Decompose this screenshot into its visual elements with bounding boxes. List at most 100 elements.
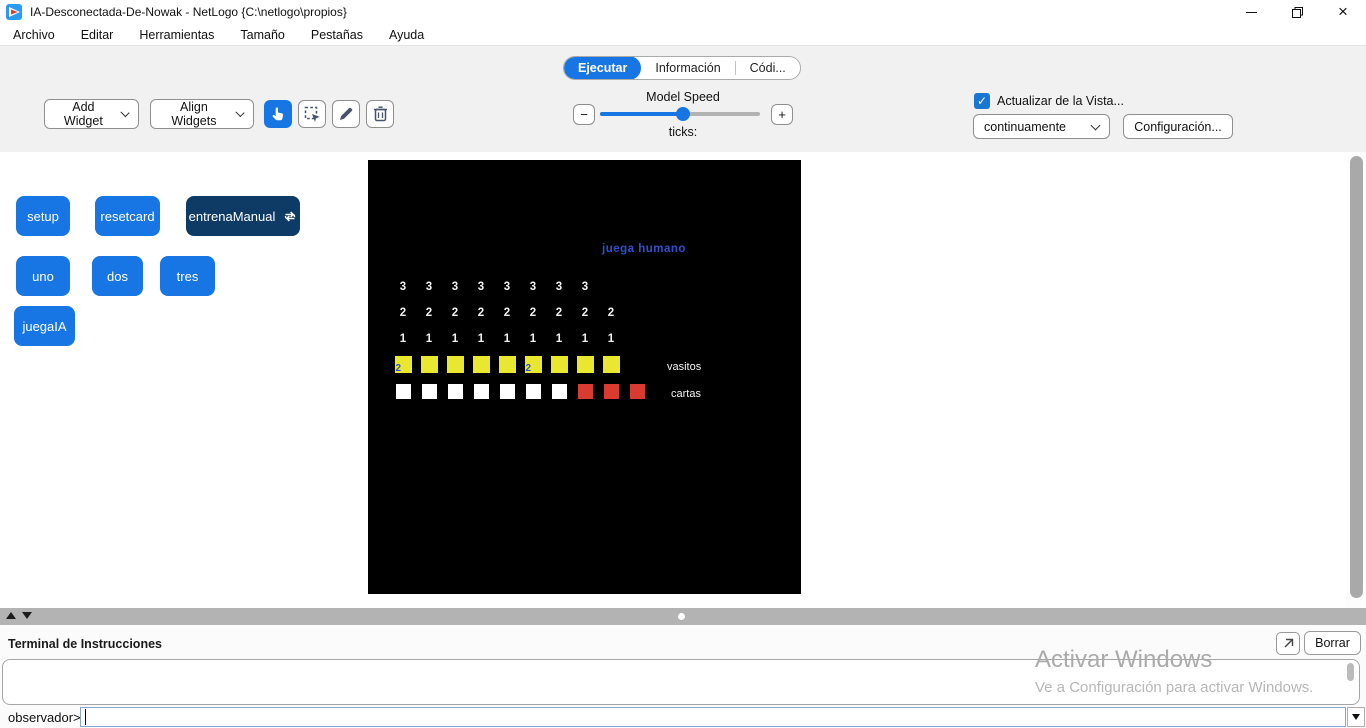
terminal-output[interactable] xyxy=(2,659,1360,705)
vasito-square xyxy=(577,356,594,373)
carta-square xyxy=(552,384,567,399)
restore-icon xyxy=(1292,7,1303,18)
trash-icon xyxy=(373,106,388,122)
speed-slider-fill xyxy=(600,112,683,116)
carta-square xyxy=(604,384,619,399)
menu-item[interactable]: Editar xyxy=(81,28,114,42)
view-caption: juega humano xyxy=(602,243,686,255)
number-row-3: 33333333 xyxy=(390,281,598,293)
number-label: 3 xyxy=(520,281,546,293)
carta-square xyxy=(630,384,645,399)
setup-button[interactable]: setup xyxy=(16,196,70,236)
tab-bar: Ejecutar Información Códi... xyxy=(563,56,801,80)
number-label: 3 xyxy=(442,281,468,293)
menu-item[interactable]: Pestañas xyxy=(311,28,363,42)
text-caret xyxy=(85,709,86,725)
tab-informacion[interactable]: Información xyxy=(641,56,734,80)
vasito-cell: 2 xyxy=(520,356,546,373)
hand-tool-button[interactable] xyxy=(264,100,292,128)
carta-square xyxy=(578,384,593,399)
vasito-square xyxy=(499,356,516,373)
number-label: 1 xyxy=(572,333,598,345)
delete-widget-button[interactable] xyxy=(366,100,394,128)
vasito-square xyxy=(473,356,490,373)
terminal-splitter[interactable] xyxy=(0,608,1366,625)
pencil-icon xyxy=(338,106,354,122)
edit-widget-button[interactable] xyxy=(332,100,360,128)
repeat-forever-icon xyxy=(283,210,297,223)
vasito-square xyxy=(421,356,438,373)
number-label: 3 xyxy=(468,281,494,293)
carta-cell xyxy=(494,383,520,400)
speed-slider[interactable] xyxy=(600,112,760,116)
juegaia-button[interactable]: juegaIA xyxy=(14,306,75,346)
terminal-scrollbar-thumb[interactable] xyxy=(1347,663,1354,681)
view-update-row: ✓ Actualizar de la Vista... xyxy=(974,93,1124,109)
menu-item[interactable]: Ayuda xyxy=(389,28,424,42)
chevron-down-icon xyxy=(235,108,244,117)
resetcard-button[interactable]: resetcard xyxy=(95,196,160,236)
splitter-grip-dot[interactable] xyxy=(678,613,685,620)
netlogo-window: IA-Desconectada-De-Nowak - NetLogo {C:\n… xyxy=(0,0,1366,728)
number-label: 3 xyxy=(416,281,442,293)
carta-cell xyxy=(416,383,442,400)
number-label: 1 xyxy=(442,333,468,345)
menu-item[interactable]: Archivo xyxy=(13,28,55,42)
tres-button[interactable]: tres xyxy=(160,256,215,296)
scrollbar-thumb[interactable] xyxy=(1350,156,1363,598)
number-label: 1 xyxy=(546,333,572,345)
align-widgets-dropdown[interactable]: Align Widgets xyxy=(150,99,254,129)
vasitos-row: 2 xyxy=(390,356,624,373)
menu-item[interactable]: Herramientas xyxy=(139,28,214,42)
interface-canvas-area: setup resetcard entrenaManual uno dos tr… xyxy=(0,152,1366,608)
chevron-down-icon xyxy=(120,108,129,117)
world-view[interactable]: juega humano 33333333 222222222 11111111… xyxy=(368,160,801,594)
speed-increase-button[interactable]: + xyxy=(771,104,793,125)
vasito-count-label: 2 xyxy=(526,363,532,374)
tab-ejecutar[interactable]: Ejecutar xyxy=(564,56,641,80)
main-vertical-scrollbar[interactable] xyxy=(1346,152,1366,608)
tab-codigo[interactable]: Códi... xyxy=(736,56,800,80)
vasito-square: 2 xyxy=(525,356,542,373)
number-label: 1 xyxy=(494,333,520,345)
command-center: Terminal de Instrucciones Borrar observa… xyxy=(0,625,1366,728)
speed-slider-thumb[interactable] xyxy=(676,107,690,121)
vasito-cell xyxy=(442,356,468,373)
dos-button[interactable]: dos xyxy=(92,256,143,296)
cartas-row xyxy=(390,383,650,400)
ticks-counter: ticks: xyxy=(573,125,793,139)
menu-item[interactable]: Tamaño xyxy=(240,28,284,42)
terminal-export-button[interactable] xyxy=(1276,632,1300,655)
speed-decrease-button[interactable]: − xyxy=(573,104,595,125)
splitter-down-arrow-icon[interactable] xyxy=(22,612,32,619)
command-input[interactable] xyxy=(80,707,1346,727)
carta-square xyxy=(396,384,411,399)
add-widget-dropdown[interactable]: Add Widget xyxy=(44,99,139,129)
terminal-clear-button[interactable]: Borrar xyxy=(1304,631,1361,655)
close-button[interactable]: × xyxy=(1320,0,1366,24)
popout-icon xyxy=(1282,637,1295,650)
update-mode-dropdown[interactable]: continuamente xyxy=(973,114,1110,139)
carta-cell xyxy=(468,383,494,400)
view-settings-button[interactable]: Configuración... xyxy=(1123,114,1233,139)
number-label: 3 xyxy=(494,281,520,293)
minimize-icon xyxy=(1246,12,1257,13)
restore-button[interactable] xyxy=(1274,0,1320,24)
uno-button[interactable]: uno xyxy=(16,256,70,296)
observer-prompt-label: observador> xyxy=(8,710,81,725)
netlogo-app-icon xyxy=(6,4,22,20)
vasito-cell xyxy=(598,356,624,373)
entrena-manual-forever-button[interactable]: entrenaManual xyxy=(186,196,300,236)
minimize-button[interactable] xyxy=(1228,0,1274,24)
view-update-checkbox[interactable]: ✓ xyxy=(974,93,990,109)
vasito-cell xyxy=(494,356,520,373)
number-label: 2 xyxy=(546,307,572,319)
carta-cell xyxy=(572,383,598,400)
splitter-up-arrow-icon[interactable] xyxy=(6,612,16,619)
cartas-label: cartas xyxy=(671,388,701,400)
command-history-dropdown[interactable] xyxy=(1347,707,1365,727)
vasito-cell: 2 xyxy=(390,356,416,373)
select-widgets-button[interactable] xyxy=(298,100,326,128)
number-label: 2 xyxy=(598,307,624,319)
menu-bar: Archivo Editar Herramientas Tamaño Pestañas A… xyxy=(0,24,1366,46)
